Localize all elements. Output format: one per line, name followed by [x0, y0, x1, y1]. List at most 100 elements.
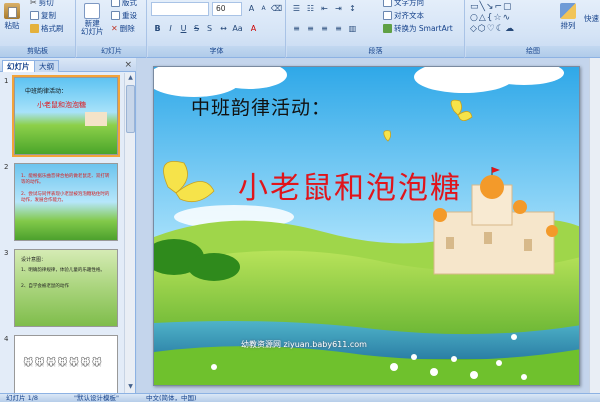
slides-group: 新建 幻灯片 版式 重设 ✕ 删除 幻灯片	[77, 0, 147, 58]
thumbnail-list[interactable]: 1 中班韵律活动： 小老鼠和泡泡糖 2 1、能根据乐曲音律合拍的做老鼠走、双打转…	[0, 73, 124, 393]
text-direction-icon	[383, 0, 392, 7]
slide-thumbnail-4[interactable]: 🐭🐭🐭🐭🐭🐭🐭	[14, 335, 118, 393]
slide-title[interactable]: 小老鼠和泡泡糖	[238, 163, 462, 207]
underline-icon[interactable]: U	[178, 23, 189, 34]
new-slide-label: 新建 幻灯片	[81, 19, 104, 36]
quick-styles-label: 快速	[584, 14, 599, 23]
cut-label: 剪切	[38, 0, 54, 7]
scroll-down-icon[interactable]: ▼	[126, 383, 135, 392]
line-spacing-icon[interactable]: ↕	[347, 3, 358, 14]
thumb-text: 1、能根据乐曲音律合拍的做老鼠走、双打转等的动作。	[21, 174, 110, 185]
slide-thumbnail-2[interactable]: 1、能根据乐曲音律合拍的做老鼠走、双打转等的动作。 2、尝试与同伴表现小老鼠被泡…	[14, 163, 118, 241]
new-slide-icon	[84, 3, 101, 19]
tab-slides[interactable]: 幻灯片	[2, 60, 35, 72]
text-direction-button[interactable]: 文字方向	[383, 0, 424, 8]
slide-watermark: 幼教资源网 ziyuan.baby611.com	[241, 340, 367, 349]
thumb-number: 4	[4, 335, 9, 343]
case-icon[interactable]: Aa	[232, 23, 243, 34]
cloud-icon: ☁	[504, 24, 515, 34]
slide-thumbnail-3[interactable]: 设计意图： 1、明确韵律规律，体验儿童的乐趣性格。 2、自学会被老鼠的动作	[14, 249, 118, 327]
tab-outline[interactable]: 大纲	[34, 60, 59, 72]
thumb-title: 中班韵律活动：	[25, 88, 68, 95]
grow-font-icon[interactable]: A	[246, 3, 257, 14]
thumb-mice-row: 🐭🐭🐭🐭🐭🐭🐭	[23, 358, 104, 369]
slide-subtitle[interactable]: 中班韵律活动：	[191, 93, 331, 120]
slide-thumbnail-1[interactable]: 中班韵律活动： 小老鼠和泡泡糖	[12, 75, 120, 157]
ribbon: 粘贴 ✂ 剪切 复制 格式刷 剪贴板 新建 幻灯片 版式 重设 ✕ 删除 幻灯片…	[0, 0, 600, 58]
reset-button[interactable]: 重设	[111, 10, 137, 21]
copy-icon	[30, 11, 39, 20]
font-name-combo[interactable]	[151, 2, 209, 16]
bracket-icon: {	[486, 13, 494, 23]
format-painter-icon	[30, 24, 39, 33]
thumb-castle	[85, 112, 107, 126]
format-painter-button[interactable]: 格式刷	[30, 23, 64, 34]
language-indicator[interactable]: 中文(简体，中国)	[146, 394, 197, 402]
slide-editor: 中班韵律活动： 小老鼠和泡泡糖 幼教资源网 ziyuan.baby611.com	[137, 58, 600, 393]
status-bar: 幻灯片 1/8 "默认设计模板" 中文(简体，中国)	[0, 393, 600, 402]
close-icon[interactable]: ×	[124, 60, 132, 70]
new-slide-button[interactable]: 新建 幻灯片	[81, 3, 104, 36]
clear-format-icon[interactable]: ⌫	[271, 3, 282, 14]
delete-button[interactable]: ✕ 删除	[111, 23, 135, 34]
connector-icon: ⌐	[494, 2, 504, 12]
font-color-icon[interactable]: A	[248, 23, 259, 34]
shrink-font-icon[interactable]: A	[258, 3, 269, 14]
cut-button[interactable]: ✂ 剪切	[30, 0, 54, 8]
curve-icon: ∿	[502, 13, 512, 23]
paragraph-group-label: 段落	[287, 46, 464, 57]
smartart-button[interactable]: 转换为 SmartArt	[383, 23, 453, 34]
smartart-icon	[383, 24, 392, 33]
star-icon: ☆	[493, 13, 503, 23]
format-painter-label: 格式刷	[41, 24, 64, 33]
spacing-icon[interactable]: ↔	[218, 23, 229, 34]
bullets-icon[interactable]: ☰	[291, 3, 302, 14]
thumb-text: 1、明确韵律规律，体验儿童的乐趣性格。	[21, 268, 105, 273]
shapes-gallery[interactable]: ▭╲↘⌐▢ ○△{☆∿ ◇⬡♡☾☁	[470, 2, 556, 42]
layout-icon	[111, 0, 120, 7]
editor-scrollbar[interactable]	[589, 58, 600, 393]
arrange-icon	[560, 3, 576, 19]
strike-icon[interactable]: S	[191, 23, 202, 34]
arrange-button[interactable]: 排列	[560, 3, 576, 31]
thumb-text: 2、自学会被老鼠的动作	[21, 284, 69, 289]
align-text-button[interactable]: 对齐文本	[383, 10, 424, 21]
increase-indent-icon[interactable]: ⇥	[333, 3, 344, 14]
clipboard-group-label: 剪贴板	[0, 46, 75, 57]
triangle-icon: △	[478, 13, 487, 23]
paste-button[interactable]: 粘贴	[4, 3, 20, 31]
thumb-number: 2	[4, 163, 9, 171]
copy-button[interactable]: 复制	[30, 10, 56, 21]
justify-icon[interactable]: ≡	[333, 23, 344, 34]
italic-icon[interactable]: I	[165, 23, 176, 34]
align-text-icon	[383, 11, 392, 20]
panel-tabs: 幻灯片 大纲 ×	[0, 58, 136, 72]
scrollbar-thumb[interactable]	[126, 85, 135, 133]
bold-icon[interactable]: B	[152, 23, 163, 34]
decrease-indent-icon[interactable]: ⇤	[319, 3, 330, 14]
theme-name: "默认设计模板"	[74, 394, 119, 402]
panel-scrollbar[interactable]: ▲ ▼	[124, 73, 135, 393]
font-group: 60 A A ⌫ B I U S S ↔ Aa A 字体	[148, 0, 286, 58]
layout-label: 版式	[122, 0, 137, 7]
drawing-group: ▭╲↘⌐▢ ○△{☆∿ ◇⬡♡☾☁ 排列 快速 绘图	[466, 0, 600, 58]
slide-panel: 幻灯片 大纲 × 1 中班韵律活动： 小老鼠和泡泡糖 2 1、能根据乐曲音律合拍…	[0, 58, 136, 393]
align-left-icon[interactable]: ≡	[291, 23, 302, 34]
quick-styles-button[interactable]: 快速	[584, 13, 599, 24]
shadow-icon[interactable]: S	[204, 23, 215, 34]
numbering-icon[interactable]: ☷	[305, 3, 316, 14]
scroll-up-icon[interactable]: ▲	[126, 74, 135, 83]
font-group-label: 字体	[148, 46, 285, 57]
align-text-label: 对齐文本	[394, 11, 424, 20]
align-center-icon[interactable]: ≡	[305, 23, 316, 34]
layout-button[interactable]: 版式	[111, 0, 137, 8]
scissors-icon: ✂	[30, 0, 37, 7]
thumb-number: 3	[4, 249, 9, 257]
arrange-label: 排列	[560, 21, 576, 30]
align-right-icon[interactable]: ≡	[319, 23, 330, 34]
columns-icon[interactable]: ▥	[347, 23, 358, 34]
thumb-subtitle: 小老鼠和泡泡糖	[37, 101, 86, 109]
font-size-combo[interactable]: 60	[212, 2, 242, 16]
smartart-label: 转换为 SmartArt	[394, 24, 453, 33]
current-slide[interactable]: 中班韵律活动： 小老鼠和泡泡糖 幼教资源网 ziyuan.baby611.com	[153, 66, 580, 386]
